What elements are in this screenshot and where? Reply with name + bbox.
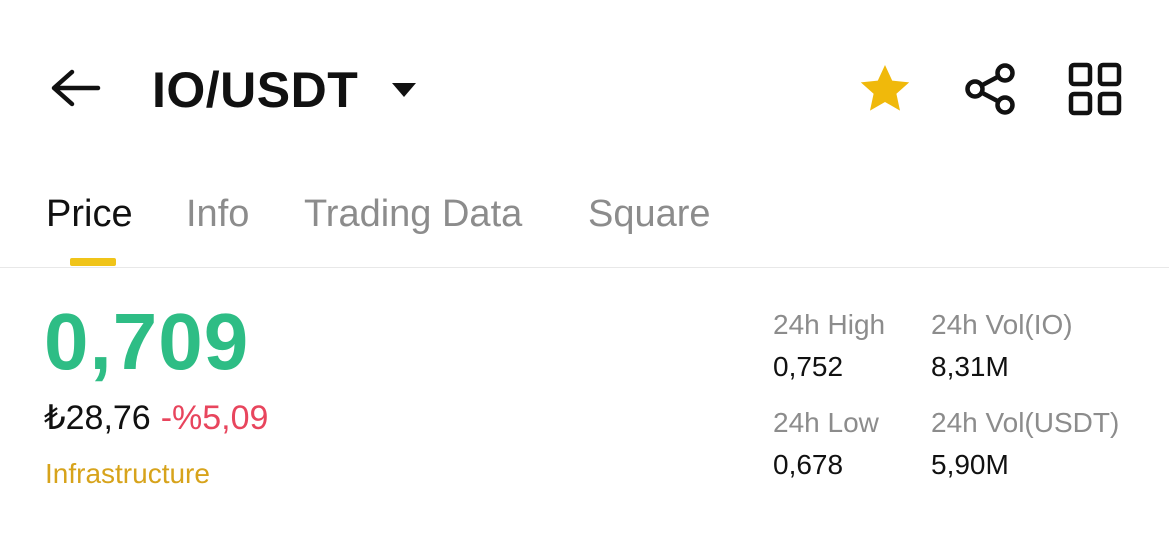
pair-selector[interactable]: IO/USDT	[152, 60, 418, 120]
favorite-button[interactable]	[857, 62, 913, 116]
tab-bar: Price Info Trading Data Square	[0, 180, 1169, 268]
price-change-percent: -%5,09	[160, 399, 269, 437]
back-button[interactable]	[48, 66, 102, 110]
low-24h-value: 0,678	[773, 449, 844, 480]
tab-trading-data[interactable]: Trading Data	[304, 190, 522, 238]
low-24h-label: 24h Low	[773, 407, 879, 438]
market-detail-page: IO/USDT Price Info Trading Data Square 0…	[0, 0, 1169, 543]
category-tag[interactable]: Infrastructure	[45, 456, 210, 492]
volume-base-value: 8,31M	[931, 351, 1009, 382]
last-price: 0,709	[44, 297, 250, 386]
star-icon	[860, 65, 910, 111]
header: IO/USDT	[0, 0, 1169, 180]
tab-info[interactable]: Info	[186, 190, 249, 238]
tab-square[interactable]: Square	[588, 190, 711, 238]
volume-quote-label: 24h Vol(USDT)	[931, 407, 1120, 438]
pair-title: IO/USDT	[152, 62, 359, 118]
high-24h-value: 0,752	[773, 351, 844, 382]
volume-quote-value: 5,90M	[931, 449, 1009, 480]
fiat-price: ₺28,76	[44, 399, 151, 437]
share-button[interactable]	[962, 62, 1018, 116]
tab-price[interactable]: Price	[46, 190, 133, 238]
caret-down-icon	[392, 83, 417, 97]
price-sub-row: ₺28,76 -%5,09	[44, 396, 268, 440]
active-tab-indicator	[70, 258, 116, 266]
arrow-left-icon	[51, 69, 101, 107]
high-24h-label: 24h High	[773, 309, 886, 340]
more-menu-button[interactable]	[1066, 62, 1124, 116]
share-icon	[965, 63, 1015, 115]
grid-icon	[1068, 62, 1122, 116]
volume-base-label: 24h Vol(IO)	[931, 309, 1073, 340]
